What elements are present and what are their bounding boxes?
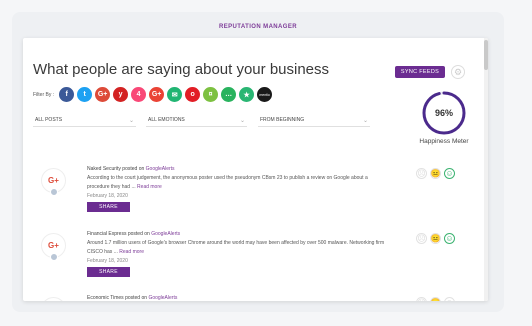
post-item: G+ Naked Security posted on GoogleAlerts… bbox=[41, 166, 471, 218]
chevron-down-icon: ⌄ bbox=[239, 117, 245, 124]
posts-dropdown[interactable]: ALL POSTS ⌄ bbox=[33, 114, 136, 127]
negative-sentiment-icon[interactable]: ☹ bbox=[416, 168, 427, 179]
post-header: Naked Security posted on GoogleAlerts bbox=[87, 166, 387, 172]
sentiment-selector: ☹ 😐 ☺ bbox=[416, 168, 455, 179]
post-author: Naked Security bbox=[87, 166, 121, 172]
chevron-down-icon: ⌄ bbox=[128, 117, 134, 124]
post-posted-on: posted on bbox=[127, 231, 150, 237]
scrollbar[interactable] bbox=[484, 38, 488, 301]
time-range-dropdown-value: FROM BEGINNING bbox=[260, 117, 305, 123]
negative-sentiment-icon[interactable]: ☹ bbox=[416, 297, 427, 301]
email-filter-icon[interactable]: ✉ bbox=[167, 87, 183, 102]
post-posted-on: posted on bbox=[122, 166, 145, 172]
post-body: Economic Times posted on GoogleAlerts bbox=[87, 295, 387, 301]
tripadvisor-filter-icon[interactable]: o bbox=[185, 87, 201, 102]
user-badge-icon bbox=[50, 253, 58, 261]
positive-sentiment-icon[interactable]: ☺ bbox=[444, 233, 455, 244]
negative-sentiment-icon[interactable]: ☹ bbox=[416, 233, 427, 244]
foursquare-filter-icon[interactable]: 4 bbox=[131, 87, 147, 102]
post-header: Economic Times posted on GoogleAlerts bbox=[87, 295, 387, 301]
neutral-sentiment-icon[interactable]: 😐 bbox=[430, 233, 441, 244]
time-range-dropdown[interactable]: FROM BEGINNING ⌄ bbox=[258, 114, 370, 127]
happiness-meter-value: 96% bbox=[434, 108, 453, 118]
read-more-link[interactable]: Read more bbox=[137, 184, 162, 190]
positive-sentiment-icon[interactable]: ☺ bbox=[444, 168, 455, 179]
post-author: Financial Express bbox=[87, 231, 127, 237]
emotions-dropdown-value: ALL EMOTIONS bbox=[148, 117, 185, 123]
settings-gear-icon[interactable]: ⚙ bbox=[451, 65, 465, 79]
post-author: Economic Times bbox=[87, 295, 124, 301]
post-source-link[interactable]: GoogleAlerts bbox=[146, 166, 175, 172]
user-badge-icon bbox=[50, 188, 58, 196]
sync-feeds-button[interactable]: SYNC FEEDS bbox=[395, 66, 445, 78]
post-text-content: According to the court judgement, the an… bbox=[87, 175, 368, 190]
post-date: February 18, 2020 bbox=[87, 258, 128, 264]
post-item: G+ Economic Times posted on GoogleAlerts… bbox=[41, 295, 471, 301]
sentiment-selector: ☹ 😐 ☺ bbox=[416, 297, 455, 301]
facebook-filter-icon[interactable]: f bbox=[59, 87, 75, 102]
filter-label: Filter By : bbox=[33, 91, 55, 98]
post-header: Financial Express posted on GoogleAlerts bbox=[87, 231, 387, 237]
sentiment-selector: ☹ 😐 ☺ bbox=[416, 233, 455, 244]
post-posted-on: posted on bbox=[125, 295, 148, 301]
scroll-thumb[interactable] bbox=[484, 40, 488, 70]
posts-dropdown-value: ALL POSTS bbox=[35, 117, 63, 123]
positive-sentiment-icon[interactable]: ☺ bbox=[444, 297, 455, 301]
post-body: Financial Express posted on GoogleAlerts… bbox=[87, 231, 387, 277]
happiness-meter-label: Happiness Meter bbox=[419, 138, 469, 145]
post-text: According to the court judgement, the an… bbox=[87, 174, 387, 192]
filter-bar: Filter By : f t G+ y 4 G+ ✉ o ¤ … ★ ment… bbox=[33, 87, 273, 102]
yelp-filter-icon[interactable]: y bbox=[113, 87, 129, 102]
post-item: G+ Financial Express posted on GoogleAle… bbox=[41, 231, 471, 283]
google-plus-avatar-icon: G+ bbox=[41, 297, 66, 301]
page-title: What people are saying about your busine… bbox=[33, 61, 330, 78]
read-more-link[interactable]: Read more bbox=[119, 249, 144, 255]
chat-filter-icon[interactable]: … bbox=[221, 87, 237, 102]
post-source-link[interactable]: GoogleAlerts bbox=[148, 295, 177, 301]
main-panel: What people are saying about your busine… bbox=[23, 38, 488, 301]
trust-filter-icon[interactable]: ¤ bbox=[203, 87, 219, 102]
chevron-down-icon: ⌄ bbox=[362, 117, 368, 124]
share-button[interactable]: SHARE bbox=[87, 202, 130, 212]
neutral-sentiment-icon[interactable]: 😐 bbox=[430, 168, 441, 179]
favorites-filter-icon[interactable]: ★ bbox=[239, 87, 255, 102]
google-plus-filter-icon[interactable]: G+ bbox=[95, 87, 111, 102]
emotions-dropdown[interactable]: ALL EMOTIONS ⌄ bbox=[146, 114, 247, 127]
share-button[interactable]: SHARE bbox=[87, 267, 130, 277]
post-text: Around 1.7 million users of Google's bro… bbox=[87, 239, 387, 257]
google-alerts-filter-icon[interactable]: G+ bbox=[149, 87, 165, 102]
post-body: Naked Security posted on GoogleAlerts Ac… bbox=[87, 166, 387, 212]
post-date: February 18, 2020 bbox=[87, 193, 128, 199]
mentio-filter-icon[interactable]: mentio bbox=[257, 87, 273, 102]
post-source-link[interactable]: GoogleAlerts bbox=[151, 231, 180, 237]
neutral-sentiment-icon[interactable]: 😐 bbox=[430, 297, 441, 301]
app-title: REPUTATION MANAGER bbox=[219, 24, 297, 30]
twitter-filter-icon[interactable]: t bbox=[77, 87, 93, 102]
